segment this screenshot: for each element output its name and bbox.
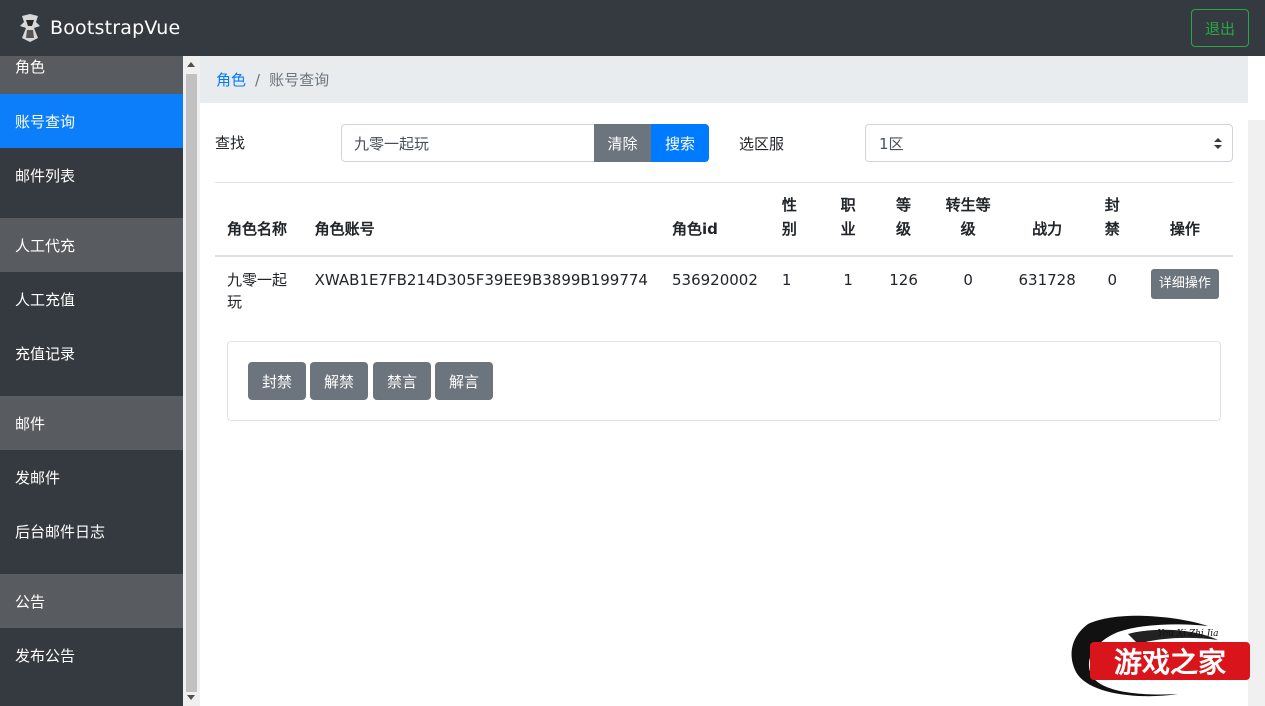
server-select-value: 1区 <box>879 134 904 153</box>
header-level[interactable]: 等级 <box>877 183 930 257</box>
sidebar: 角色 账号查询 邮件列表 人工代充 人工充值 充值记录 邮件 发邮件 后台邮件日… <box>0 56 183 706</box>
cell-gender: 1 <box>781 271 792 289</box>
header-rebirth-level[interactable]: 转生等级 <box>929 183 1007 257</box>
clear-button[interactable]: 清除 <box>594 124 651 162</box>
header-operation: 操作 <box>1136 183 1233 257</box>
header-role-name[interactable]: 角色名称 <box>215 183 303 257</box>
sidebar-item-manual-topup[interactable]: 人工充值 <box>0 272 183 326</box>
cell-level: 126 <box>889 271 918 289</box>
server-label: 选区服 <box>739 135 785 153</box>
breadcrumb-separator: / <box>255 70 261 89</box>
header-gender[interactable]: 性别 <box>769 183 819 257</box>
sidebar-scrollbar[interactable] <box>183 56 200 706</box>
unban-button[interactable]: 解禁 <box>310 362 368 400</box>
header-class[interactable]: 职业 <box>818 183 878 257</box>
sidebar-item-send-mail[interactable]: 发邮件 <box>0 450 183 504</box>
header-banned[interactable]: 封禁 <box>1087 183 1137 257</box>
search-button[interactable]: 搜索 <box>651 124 709 162</box>
ban-button[interactable]: 封禁 <box>248 362 306 400</box>
sidebar-item-mail-log[interactable]: 后台邮件日志 <box>0 504 183 558</box>
breadcrumb-current: 账号查询 <box>269 71 330 89</box>
search-label: 查找 <box>215 134 246 152</box>
table-row: 九零一起玩 XWAB1E7FB214D305F39EE9B3899B199774… <box>215 256 1233 328</box>
main-content: 角色 / 账号查询 查找 清除 搜索 选区服 1区 角色名称 角色账号 角色id… <box>200 56 1248 706</box>
cell-role-name: 九零一起玩 <box>227 271 288 311</box>
action-card: 封禁 解禁 禁言 解言 <box>227 341 1221 421</box>
breadcrumb: 角色 / 账号查询 <box>200 56 1248 103</box>
watermark-subtitle: You Xi Zhi Jia <box>1157 629 1218 639</box>
sidebar-group-mail[interactable]: 邮件 <box>0 396 183 450</box>
cell-operation: 详细操作 <box>1137 256 1233 328</box>
cell-role-account: XWAB1E7FB214D305F39EE9B3899B199774 <box>314 271 648 289</box>
select-arrows-icon <box>1214 138 1222 150</box>
sidebar-item-mail-list[interactable]: 邮件列表 <box>0 148 183 202</box>
search-group: 清除 搜索 <box>341 124 709 162</box>
sidebar-item-publish-notice[interactable]: 发布公告 <box>0 628 183 682</box>
cell-power: 631728 <box>1018 271 1076 289</box>
table-header-row: 角色名称 角色账号 角色id 性别 职业 等级 转生等级 战力 封禁 操作 <box>215 183 1233 257</box>
search-input[interactable] <box>341 124 594 162</box>
cell-role-id: 536920002 <box>671 271 758 289</box>
brand[interactable]: BootstrapVue <box>16 12 180 44</box>
watermark-title: 游戏之家 <box>1114 646 1226 679</box>
scroll-up-arrow-icon[interactable] <box>187 62 195 67</box>
header-role-account[interactable]: 角色账号 <box>302 183 660 257</box>
logout-button[interactable]: 退出 <box>1191 9 1249 47</box>
cell-banned: 0 <box>1107 271 1118 289</box>
scrollbar-thumb[interactable] <box>186 74 197 692</box>
scroll-down-arrow-icon[interactable] <box>187 695 195 700</box>
watermark-logo: 游戏之家 You Xi Zhi Jia <box>1071 615 1250 697</box>
mute-button[interactable]: 禁言 <box>373 362 431 400</box>
brand-name: BootstrapVue <box>50 17 181 39</box>
breadcrumb-link-role[interactable]: 角色 <box>216 69 246 90</box>
header-role-id[interactable]: 角色id <box>659 183 770 257</box>
unmute-button[interactable]: 解言 <box>435 362 493 400</box>
sidebar-item-account-query[interactable]: 账号查询 <box>0 94 183 148</box>
server-select[interactable]: 1区 <box>865 124 1233 162</box>
top-navbar: BootstrapVue 退出 <box>0 0 1265 56</box>
sidebar-group-manual-recharge[interactable]: 人工代充 <box>0 218 183 272</box>
brand-logo-icon <box>20 14 40 42</box>
detail-operation-button[interactable]: 详细操作 <box>1150 269 1219 299</box>
header-power[interactable]: 战力 <box>1006 183 1088 257</box>
role-table: 角色名称 角色账号 角色id 性别 职业 等级 转生等级 战力 封禁 操作 九零… <box>215 183 1233 328</box>
sidebar-group-role[interactable]: 角色 <box>0 56 183 94</box>
cell-rebirth-level: 0 <box>963 271 973 289</box>
cell-class: 1 <box>843 271 853 289</box>
sidebar-group-notice[interactable]: 公告 <box>0 574 183 628</box>
sidebar-item-recharge-records[interactable]: 充值记录 <box>0 326 183 380</box>
